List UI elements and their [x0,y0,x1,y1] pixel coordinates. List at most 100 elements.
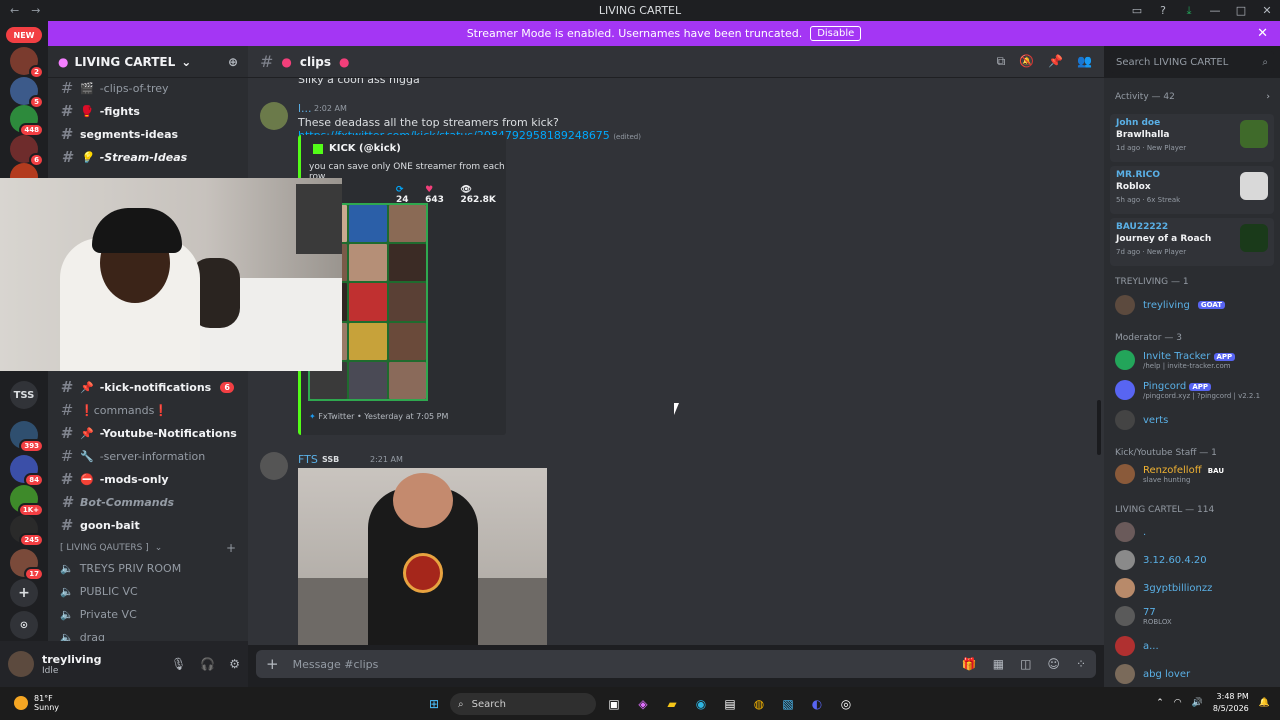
member-item[interactable]: a... [1115,636,1159,656]
members-icon[interactable]: 👥 [1077,54,1092,69]
notification-icon[interactable]: 🔔 [1259,698,1270,708]
close-icon[interactable]: ✕ [1257,26,1268,41]
gif-attachment[interactable] [298,468,547,645]
member-item[interactable]: verts [1115,410,1168,430]
server-tss[interactable]: TSS [10,381,38,409]
member-item[interactable]: 77 ROBLOX [1115,606,1172,626]
member-item[interactable]: treyliving GOAT [1115,295,1225,315]
pin-icon[interactable]: 📌 [1048,54,1063,69]
server-tag: SSB [322,455,340,464]
category-header[interactable]: [ LIVING QAUTERS ] ⌄ + [56,538,240,558]
webcam-overlay [0,178,342,371]
embed-author[interactable]: KICK (@kick) [329,143,401,154]
discord-icon[interactable]: ◐ [807,694,827,714]
weather-widget[interactable]: 81°F Sunny [14,694,59,712]
inbox-icon[interactable]: ▭ [1124,0,1150,21]
voice-channel[interactable]: 🔈 Private VC [56,604,240,624]
activity-card[interactable]: John doe Brawlhalla 1d ago · New Player [1110,114,1274,162]
server-icon[interactable]: 393 [10,421,44,453]
help-icon[interactable]: ? [1150,0,1176,21]
store-icon[interactable]: ▤ [720,694,740,714]
activity-card[interactable]: BAU22222 Journey of a Roach 7d ago · New P… [1110,218,1274,266]
message-input[interactable]: + Message #clips 🎁 ▦ ◫ ☺ ⁘ [256,650,1096,678]
scrollbar[interactable] [1097,400,1101,455]
clock[interactable]: 3:48 PM 8/5/2026 [1213,691,1249,715]
server-icon[interactable]: 5 [10,77,44,109]
voice-channel[interactable]: 🔈 PUBLIC VC [56,581,240,601]
apps-icon[interactable]: ⁘ [1076,657,1086,671]
add-server-icon[interactable]: + [10,579,38,607]
channel-item[interactable]: # 🥊 -fights [56,101,240,121]
server-icon[interactable]: 245 [10,515,44,547]
server-icon[interactable]: 84 [10,455,44,487]
copilot-icon[interactable]: ◈ [633,694,653,714]
server-icon[interactable]: 1K+ [10,485,44,517]
channel-item[interactable]: # ⛔ -mods-only [56,469,240,489]
avatar[interactable] [8,651,34,677]
back-icon[interactable]: ← [10,4,19,17]
server-icon[interactable]: 448 [10,105,44,137]
steam-icon[interactable]: ◎ [836,694,856,714]
file-explorer-icon[interactable]: ▰ [662,694,682,714]
forward-icon[interactable]: → [31,4,40,17]
discover-icon[interactable]: ⊙ [10,611,38,639]
maximize-button[interactable]: □ [1228,0,1254,21]
sticker-icon[interactable]: ◫ [1020,657,1031,671]
member-item[interactable]: Invite Tracker APP/help | invite-tracker… [1115,350,1236,370]
chevron-up-icon[interactable]: ⌃ [1156,698,1164,708]
headphones-icon[interactable]: 🎧 [200,657,215,671]
search-input[interactable]: Search LIVING CARTEL ⌕ [1110,51,1274,73]
start-icon[interactable]: ⊞ [424,694,444,714]
embed-stats: ⟳ 24 ♥ 643 👁 262.8K [396,185,496,205]
taskbar-search[interactable]: ⌕ Search [450,693,596,715]
member-item[interactable]: Renzofelloff BAU slave hunting [1115,464,1228,484]
member-item[interactable]: . [1115,522,1146,542]
channel-item[interactable]: # 🎬 -clips-of-trey [56,78,240,98]
voice-channel[interactable]: 🔈 TREYS PRIV ROOM [56,558,240,578]
notification-icon[interactable]: 🔕 [1019,54,1034,69]
channel-item[interactable]: # Bot-Commands [56,492,240,512]
minimize-button[interactable]: — [1202,0,1228,21]
channel-item[interactable]: # 🔧 -server-information [56,446,240,466]
avatar[interactable] [260,452,288,480]
activity-header[interactable]: Activity — 42 › [1104,92,1280,102]
member-item[interactable]: 3.12.60.4.20 [1115,550,1207,570]
server-icon[interactable]: 6 [10,135,44,167]
volume-icon[interactable]: 🔊 [1192,698,1203,708]
microphone-icon[interactable]: 🎙 [171,657,186,671]
server-icon[interactable]: 17 [10,549,44,581]
threads-icon[interactable]: ⧉ [997,54,1006,69]
chrome-icon[interactable]: ◍ [749,694,769,714]
photos-icon[interactable]: ▧ [778,694,798,714]
channel-item[interactable]: # 💡 -Stream-Ideas [56,147,240,167]
avatar[interactable] [260,102,288,130]
wifi-icon[interactable]: ◠ [1174,698,1182,708]
add-attachment-icon[interactable]: + [266,655,279,673]
repost-icon: ⟳ [396,185,404,195]
member-item[interactable]: abg lover [1115,664,1190,684]
download-icon[interactable]: ⤓ [1176,0,1202,21]
channel-item[interactable]: # ❗commands❗ [56,400,240,420]
edge-icon[interactable]: ◉ [691,694,711,714]
gift-icon[interactable]: 🎁 [962,657,977,671]
add-user-icon[interactable]: ⊕ [228,55,238,69]
member-item[interactable]: 3gyptbillionzz [1115,578,1212,598]
disable-button[interactable]: Disable [810,26,862,41]
new-badge[interactable]: NEW [6,27,42,43]
task-view-icon[interactable]: ▣ [604,694,624,714]
server-icon[interactable]: 2 [10,47,44,79]
voice-channel[interactable]: 🔈 drag [56,627,240,642]
message-author[interactable]: l... [298,102,312,115]
channel-item[interactable]: # 📌 -Youtube-Notifications [56,423,240,443]
channel-item[interactable]: # goon-bait [56,515,240,535]
emoji-icon[interactable]: ☺ [1047,657,1060,671]
activity-card[interactable]: MR.RICO Roblox 5h ago · 6x Streak [1110,166,1274,214]
guild-header[interactable]: ● LIVING CARTEL ⌄ ⊕ [48,46,248,78]
member-item[interactable]: Pingcord APP/pingcord.xyz | ?pingcord | … [1115,380,1260,400]
channel-item[interactable]: # 📌 -kick-notifications 6 [56,377,240,397]
message-author[interactable]: FTS [298,453,318,466]
settings-icon[interactable]: ⚙ [229,657,240,671]
gif-icon[interactable]: ▦ [993,657,1004,671]
close-button[interactable]: ✕ [1254,0,1280,21]
channel-item[interactable]: # segments-ideas [56,124,240,144]
